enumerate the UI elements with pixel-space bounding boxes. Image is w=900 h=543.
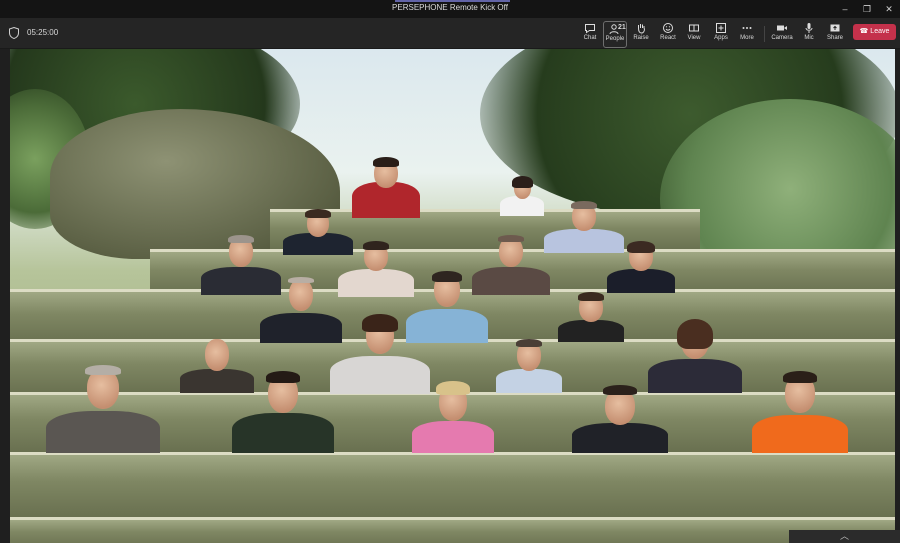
meeting-timer: 05:25:00 bbox=[27, 28, 59, 37]
participant-video[interactable] bbox=[572, 385, 668, 453]
share-button[interactable]: Share bbox=[823, 21, 847, 46]
hand-icon bbox=[638, 24, 645, 34]
participant-hair bbox=[266, 371, 300, 383]
apps-label: Apps bbox=[714, 35, 728, 41]
participant-hair bbox=[85, 365, 121, 375]
title-bar: PERSEPHONE Remote Kick Off – ❐ ✕ bbox=[0, 0, 900, 18]
participant-hair bbox=[432, 271, 462, 282]
participant-video[interactable] bbox=[500, 176, 544, 216]
phone-hangup-icon: ☎ bbox=[859, 28, 869, 35]
share-label: Share bbox=[826, 35, 843, 41]
participant-hair bbox=[571, 201, 597, 209]
participant-body bbox=[752, 415, 848, 453]
participant-video[interactable] bbox=[412, 381, 494, 453]
share-icon bbox=[830, 24, 840, 32]
participant-hair bbox=[363, 241, 389, 250]
view-button[interactable]: View bbox=[682, 21, 706, 46]
title-underline bbox=[395, 0, 510, 2]
shield-icon bbox=[9, 27, 19, 39]
participant-hair bbox=[512, 176, 533, 188]
participant-hair bbox=[305, 209, 331, 218]
raise-label: Raise bbox=[633, 35, 649, 41]
camera-button[interactable]: Camera bbox=[770, 21, 794, 46]
participant-hair bbox=[578, 292, 604, 301]
participant-hair bbox=[783, 371, 817, 383]
together-mode-stage bbox=[10, 49, 895, 543]
participant-hair bbox=[373, 157, 399, 167]
view-label: View bbox=[687, 35, 701, 41]
participant-hair bbox=[228, 235, 254, 243]
seating-tier-7 bbox=[10, 517, 895, 543]
meeting-toolbar: 05:25:00 Chat 21 People Raise React View… bbox=[0, 18, 900, 49]
participant-hair bbox=[603, 385, 637, 395]
participant-video[interactable] bbox=[338, 241, 414, 297]
participant-body bbox=[412, 421, 494, 453]
participant-hair bbox=[288, 277, 314, 283]
more-icon bbox=[742, 27, 752, 29]
participant-video[interactable] bbox=[352, 156, 420, 218]
participant-body bbox=[232, 413, 334, 453]
close-button[interactable]: ✕ bbox=[879, 2, 899, 16]
participant-body bbox=[338, 269, 414, 297]
participant-body bbox=[558, 320, 624, 342]
apps-icon bbox=[716, 23, 726, 33]
participant-head bbox=[205, 339, 229, 371]
participant-hair bbox=[516, 339, 542, 347]
participant-hair bbox=[498, 235, 524, 242]
leave-label: Leave bbox=[870, 28, 890, 35]
seating-tier-6 bbox=[10, 452, 895, 520]
participant-hair bbox=[362, 314, 398, 332]
participant-hair bbox=[627, 241, 655, 253]
participant-head bbox=[87, 369, 119, 409]
more-button[interactable]: More bbox=[735, 21, 759, 46]
chat-icon bbox=[585, 24, 595, 34]
participant-body bbox=[500, 196, 544, 216]
camera-icon bbox=[777, 25, 787, 31]
participant-hair bbox=[436, 381, 470, 395]
mic-button[interactable]: Mic bbox=[797, 21, 821, 46]
chevron-up-icon: ︿ bbox=[839, 531, 849, 541]
chat-label: Chat bbox=[583, 35, 597, 41]
participant-video[interactable] bbox=[607, 241, 675, 293]
participant-video[interactable] bbox=[558, 292, 624, 342]
smiley-icon bbox=[663, 23, 673, 33]
mic-label: Mic bbox=[804, 35, 814, 41]
people-label: People bbox=[605, 36, 625, 42]
participant-video[interactable] bbox=[46, 365, 160, 453]
participant-body bbox=[46, 411, 160, 453]
participant-video[interactable] bbox=[752, 371, 848, 453]
mic-icon bbox=[805, 23, 813, 33]
react-label: React bbox=[660, 35, 676, 41]
restore-button[interactable]: ❐ bbox=[857, 2, 877, 16]
participant-video[interactable] bbox=[496, 339, 562, 393]
collapse-gallery-button[interactable]: ︿ bbox=[789, 530, 900, 543]
camera-label: Camera bbox=[771, 35, 793, 41]
view-icon bbox=[689, 24, 699, 32]
minimize-button[interactable]: – bbox=[835, 2, 855, 16]
apps-button[interactable]: Apps bbox=[709, 21, 733, 46]
participant-video[interactable] bbox=[232, 371, 334, 453]
leave-button[interactable]: ☎ Leave bbox=[853, 24, 896, 40]
participant-video[interactable] bbox=[648, 319, 742, 393]
participant-body bbox=[607, 269, 675, 293]
participant-head bbox=[289, 279, 313, 311]
chat-button[interactable]: Chat bbox=[578, 21, 602, 46]
people-button[interactable]: 21 People bbox=[603, 21, 627, 48]
raise-hand-button[interactable]: Raise bbox=[629, 21, 653, 46]
people-count-badge: 21 bbox=[618, 24, 626, 31]
participant-hair bbox=[677, 319, 713, 349]
window-title: PERSEPHONE Remote Kick Off bbox=[392, 3, 508, 12]
more-label: More bbox=[740, 35, 754, 41]
participant-body bbox=[572, 423, 668, 453]
react-button[interactable]: React bbox=[656, 21, 680, 46]
participant-body bbox=[496, 369, 562, 393]
toolbar-divider bbox=[764, 26, 765, 42]
